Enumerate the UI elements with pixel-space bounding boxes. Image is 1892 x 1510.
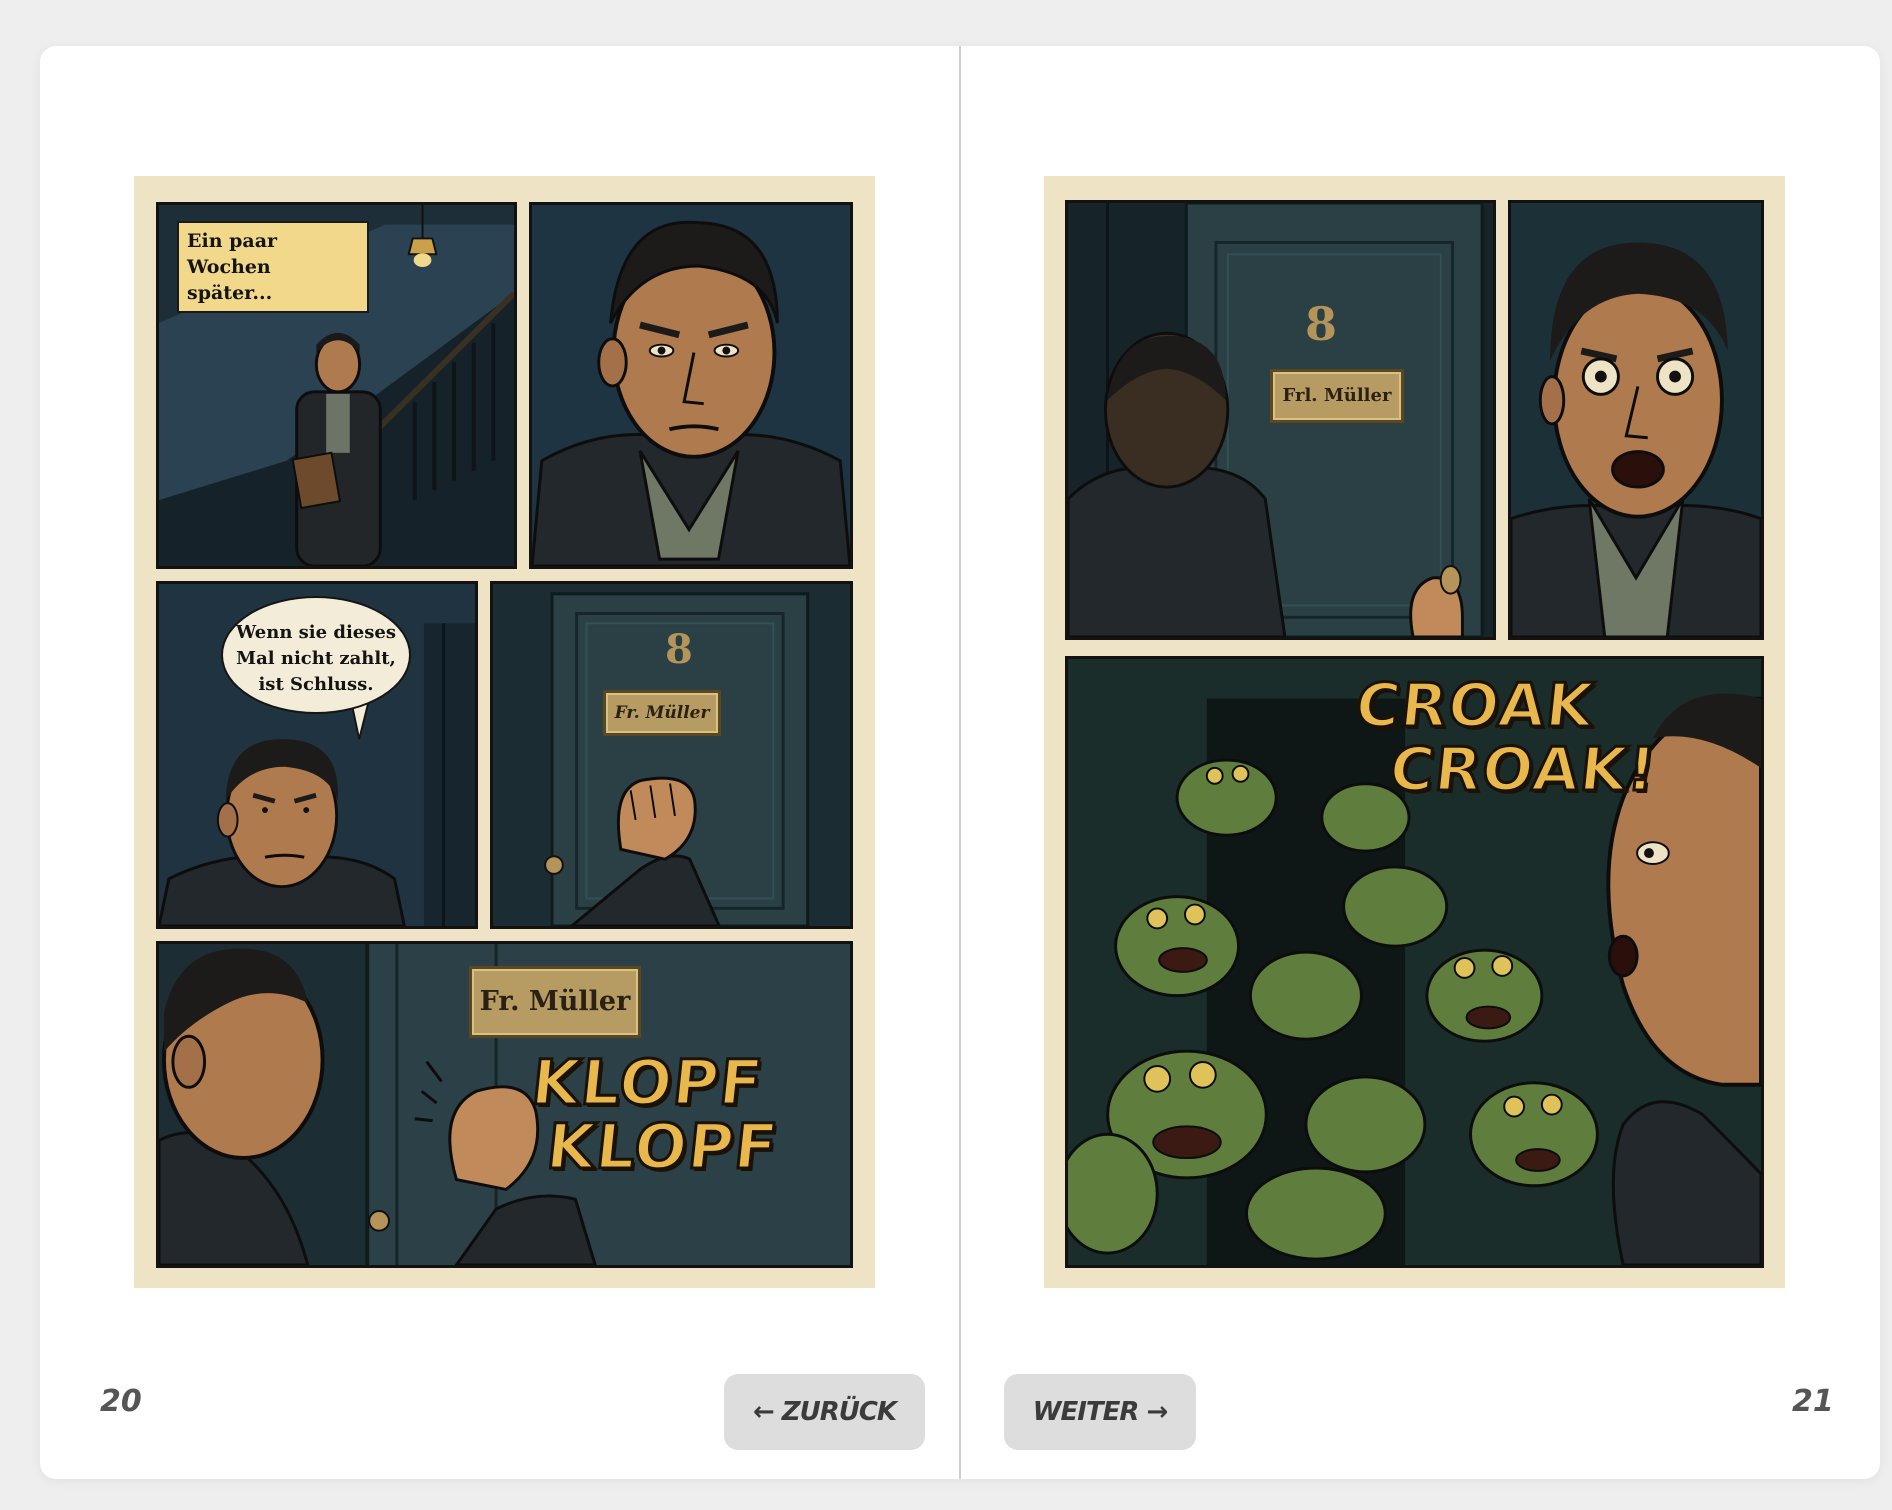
back-button[interactable]: ← ZURÜCK <box>724 1374 925 1450</box>
next-button[interactable]: WEITER → <box>1004 1374 1196 1450</box>
panel-stairwell: Ein paar Wochen später... <box>156 202 517 569</box>
narration-caption: Ein paar Wochen später... <box>177 221 369 313</box>
panel-croak: CROAK CROAK! <box>1065 656 1764 1268</box>
speech-bubble: Wenn sie dieses Mal nicht zahlt, ist Sch… <box>221 596 411 714</box>
door-nameplate: Fr. Müller <box>603 690 721 736</box>
left-comic-page: Ein paar Wochen später... Wenn sie diese… <box>134 176 875 1288</box>
right-comic-page: 8 Frl. Müller CROAK CROAK! <box>1044 176 1785 1288</box>
man-closeup-illustration <box>532 205 850 566</box>
sfx-croak-2: CROAK! <box>1385 734 1661 807</box>
panel-klopf: Fr. Müller KLOPF KLOPF <box>156 941 853 1268</box>
door-nameplate: Frl. Müller <box>1270 369 1404 423</box>
door-number: 8 <box>1305 297 1338 351</box>
sfx-klopf-1: KLOPF <box>527 1045 769 1121</box>
comic-book-spread: Ein paar Wochen später... Wenn sie diese… <box>40 46 1880 1479</box>
panel-shocked-face <box>1508 200 1764 640</box>
shocked-face-illustration <box>1511 203 1761 637</box>
panel-speech: Wenn sie dieses Mal nicht zahlt, ist Sch… <box>156 581 478 929</box>
book-spine <box>959 46 961 1479</box>
sfx-croak-1: CROAK <box>1351 670 1599 743</box>
panel-door-knock: 8 Fr. Müller <box>490 581 853 929</box>
page-number-right: 21 <box>1792 1384 1834 1419</box>
page-number-left: 20 <box>100 1384 142 1419</box>
panel-man-at-door: 8 Frl. Müller <box>1065 200 1496 640</box>
door-number: 8 <box>665 626 693 673</box>
door-nameplate-large: Fr. Müller <box>469 966 641 1038</box>
panel-man-closeup <box>529 202 853 569</box>
sfx-klopf-2: KLOPF <box>542 1109 784 1185</box>
